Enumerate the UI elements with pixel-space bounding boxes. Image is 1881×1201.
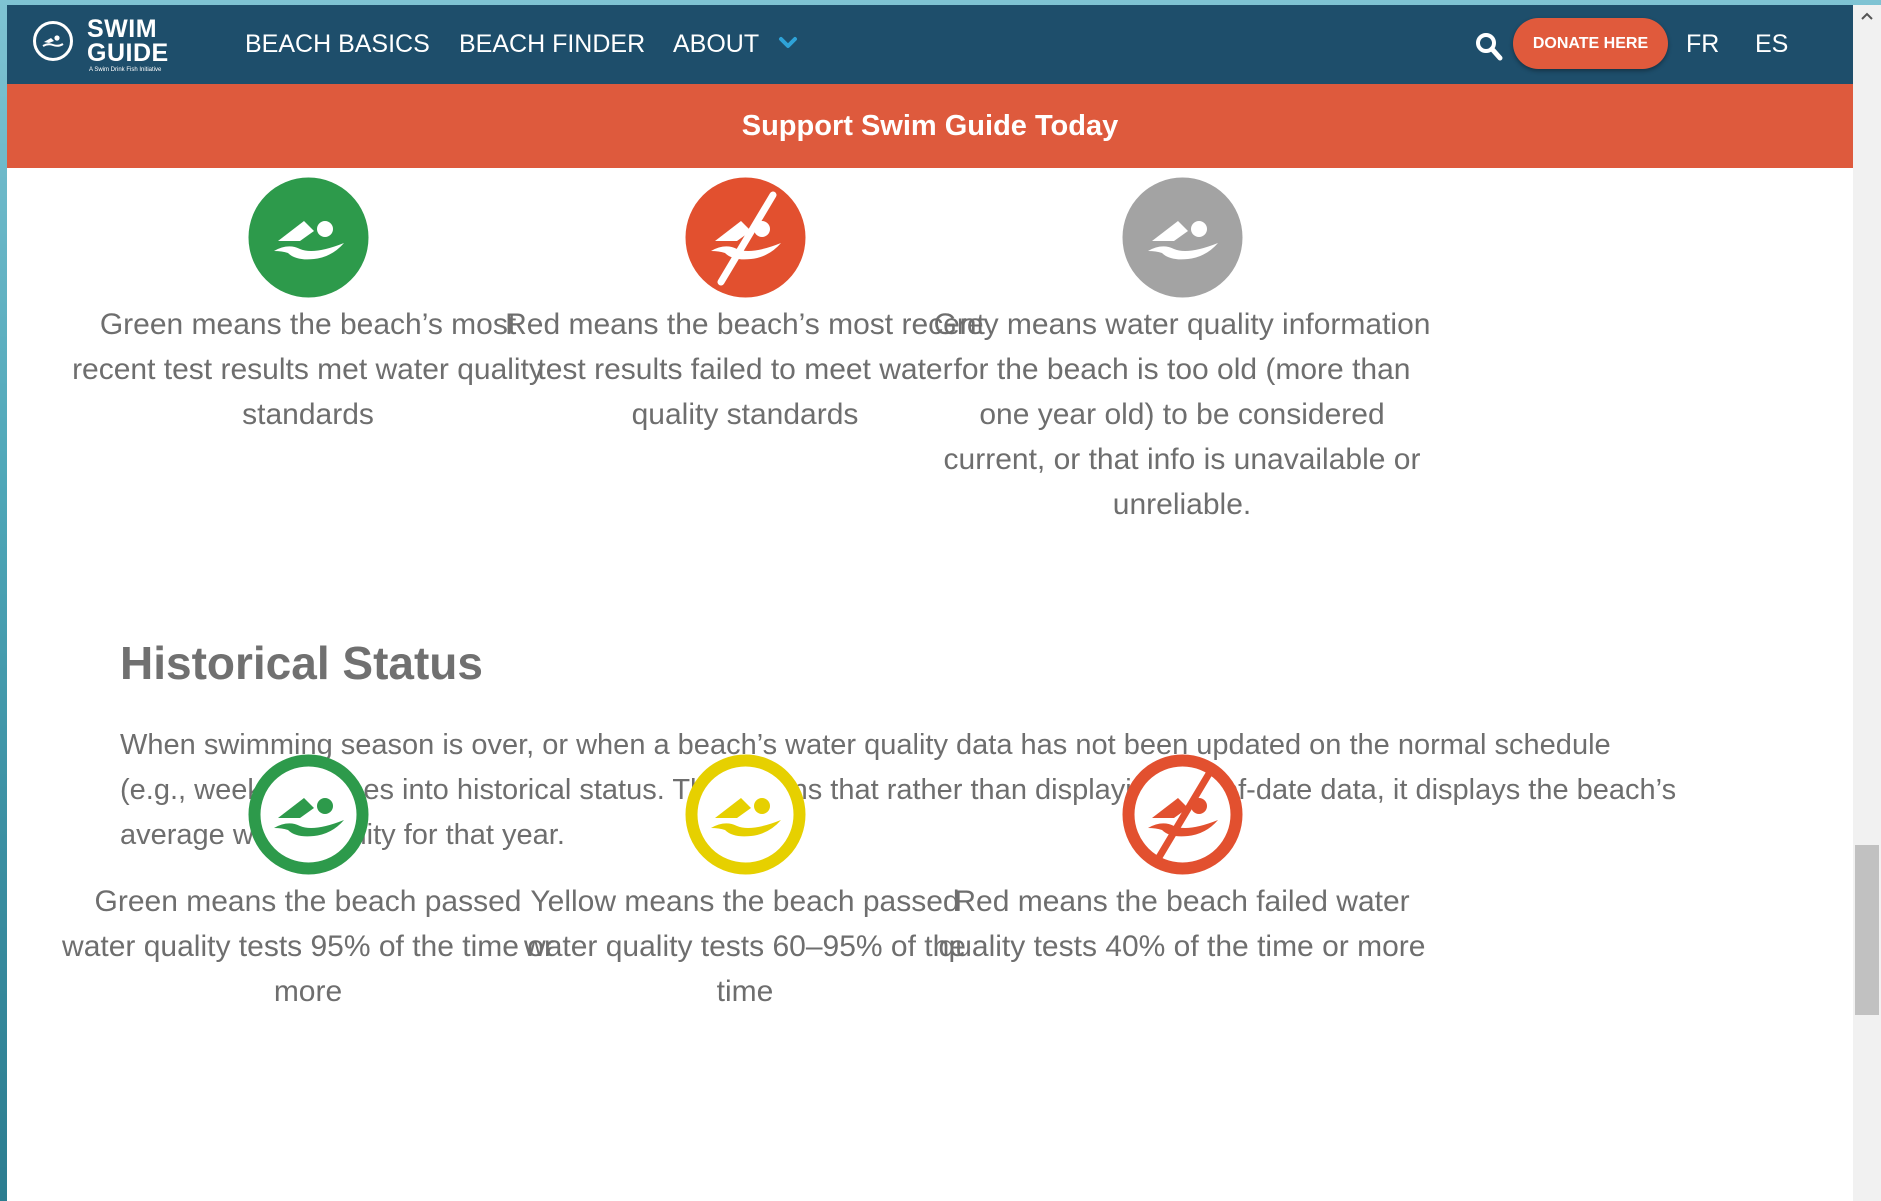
status-description: Green means the beach passed water quali… xyxy=(62,885,554,1008)
scroll-up-arrow-icon[interactable] xyxy=(1860,11,1874,21)
swim-guide-logo[interactable]: SWIM GUIDE A Swim Drink Fish Initiative xyxy=(33,15,193,75)
historical-status-heading: Historical Status xyxy=(120,637,483,689)
status-description: Grey means water quality information for… xyxy=(933,308,1431,521)
language-fr[interactable]: FR xyxy=(1686,29,1719,59)
top-navbar: SWIM GUIDE A Swim Drink Fish Initiative … xyxy=(7,5,1853,84)
swimmer-icon xyxy=(1122,177,1243,298)
swimmer-crossed-icon xyxy=(685,177,806,298)
language-es[interactable]: ES xyxy=(1755,29,1788,59)
swimmer-icon xyxy=(248,177,369,298)
nav-beach-basics[interactable]: BEACH BASICS xyxy=(245,29,430,59)
nav-about[interactable]: ABOUT xyxy=(673,29,759,59)
status-description: Red means the beach failed water quality… xyxy=(938,885,1426,963)
vertical-scrollbar[interactable] xyxy=(1853,5,1881,1201)
browser-page: SWIM GUIDE A Swim Drink Fish Initiative … xyxy=(7,5,1881,1201)
donate-button[interactable]: DONATE HERE xyxy=(1513,18,1668,69)
swimmer-logo-icon xyxy=(33,21,73,61)
search-icon[interactable] xyxy=(1475,31,1503,61)
swimmer-icon xyxy=(685,754,806,875)
swimmer-crossed-icon xyxy=(1122,754,1243,875)
scrollbar-thumb[interactable] xyxy=(1855,845,1879,1015)
nav-beach-finder[interactable]: BEACH FINDER xyxy=(459,29,645,59)
status-description: Red means the beach’s most recent test r… xyxy=(505,308,985,431)
logo-tagline: A Swim Drink Fish Initiative xyxy=(89,67,162,73)
swimmer-icon xyxy=(248,754,369,875)
status-description: Green means the beach’s most recent test… xyxy=(72,308,544,431)
status-description: Yellow means the beach passed water qual… xyxy=(524,885,966,1008)
logo-title: SWIM GUIDE xyxy=(87,15,169,67)
support-banner[interactable]: Support Swim Guide Today xyxy=(7,84,1853,168)
chevron-down-icon[interactable] xyxy=(777,35,799,51)
